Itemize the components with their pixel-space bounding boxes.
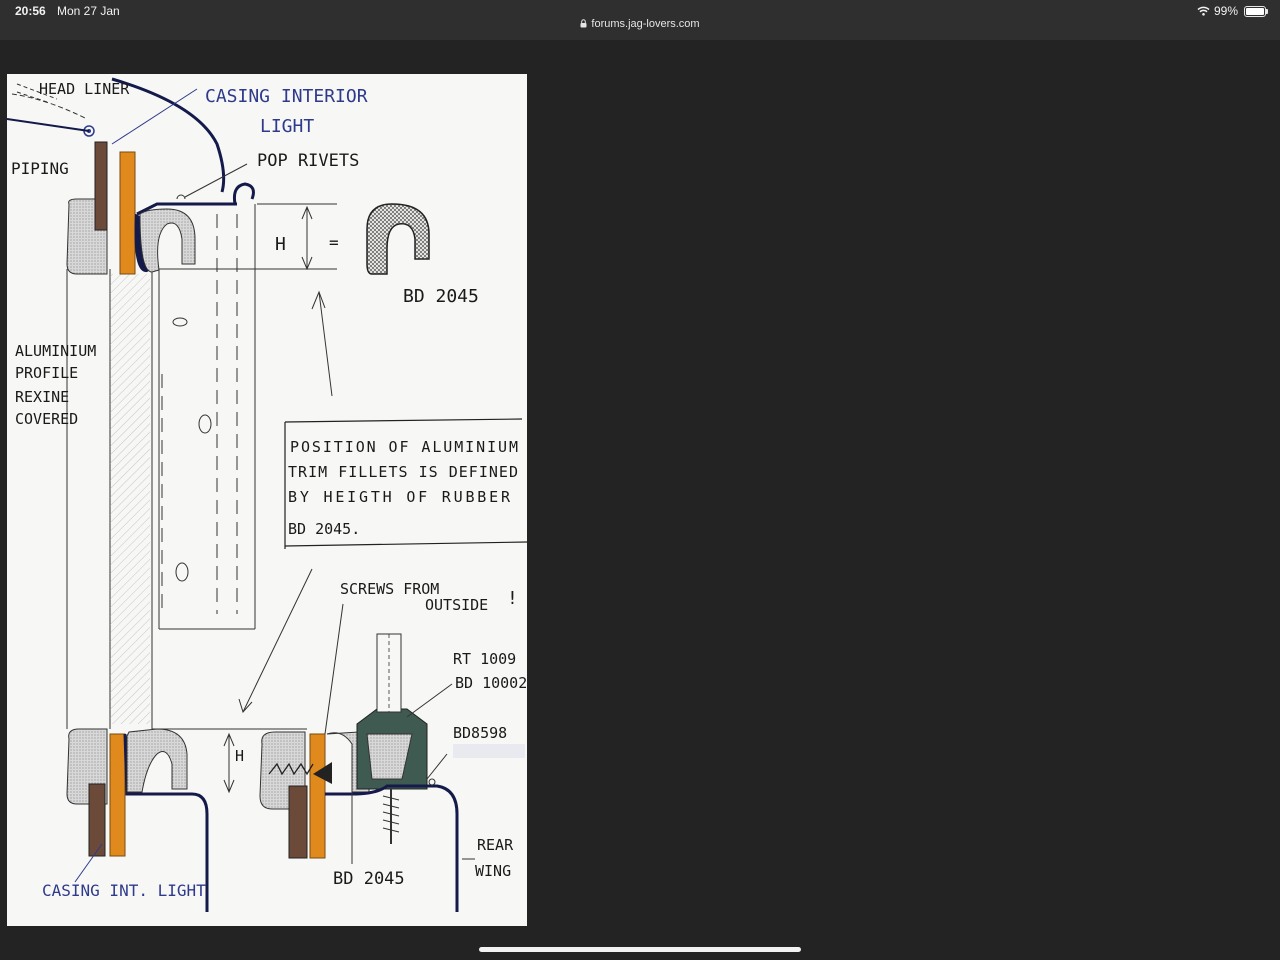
label-screws-2: OUTSIDE	[425, 596, 488, 614]
label-bd10002: BD 10002	[455, 674, 527, 692]
wifi-icon	[1197, 6, 1210, 16]
label-h-bottom: H	[235, 747, 244, 765]
label-casing-interior-light-2: LIGHT	[260, 116, 314, 137]
label-rear-1: REAR	[477, 836, 514, 854]
label-note-2: TRIM FILLETS IS DEFINED	[288, 463, 518, 481]
label-bd2045-top: BD 2045	[403, 286, 479, 307]
address-bar[interactable]: forums.jag-lovers.com	[0, 18, 1280, 30]
status-right: 99%	[1197, 4, 1268, 18]
label-note-4: BD 2045.	[288, 520, 360, 538]
label-h-top: H	[275, 234, 286, 255]
label-head-liner: HEAD LINER	[39, 80, 130, 98]
label-aluminium-3: REXINE	[15, 388, 69, 406]
label-note-1: POSITION OF ALUMINIUM	[290, 438, 518, 456]
label-aluminium-4: COVERED	[15, 410, 78, 428]
label-bd2045-bottom: BD 2045	[333, 869, 405, 889]
label-screws-exclamation: !	[507, 588, 518, 609]
sketch-image: HEAD LINER CASING INTERIOR LIGHT PIPING …	[7, 74, 527, 926]
label-casing-int-light: CASING INT. LIGHT	[42, 881, 206, 900]
url-text: forums.jag-lovers.com	[591, 18, 700, 30]
sketch-drawing: HEAD LINER CASING INTERIOR LIGHT PIPING …	[7, 77, 527, 912]
label-equals: =	[329, 233, 339, 252]
label-rear-2: WING	[475, 862, 511, 880]
battery-percent: 99%	[1213, 4, 1238, 18]
battery-icon	[1244, 5, 1268, 17]
label-rt1009: RT 1009	[453, 650, 516, 668]
hatched-profile	[110, 274, 150, 724]
label-aluminium-1: ALUMINIUM	[15, 342, 96, 360]
label-note-3: BY HEIGTH OF RUBBER	[288, 488, 511, 506]
rivet-holes	[172, 317, 212, 582]
status-date: Mon 27 Jan	[57, 4, 120, 18]
lock-icon	[580, 19, 587, 28]
home-indicator[interactable]	[479, 947, 801, 952]
label-pop-rivets: POP RIVETS	[257, 151, 359, 171]
status-time: 20:56	[15, 4, 46, 18]
label-piping: PIPING	[11, 159, 69, 178]
label-aluminium-2: PROFILE	[15, 364, 78, 382]
status-bar: 20:56 Mon 27 Jan forums.jag-lovers.com 9…	[0, 0, 1280, 40]
battery-fill	[1246, 7, 1264, 15]
label-casing-interior-light-1: CASING INTERIOR	[205, 86, 368, 107]
label-bd8598: BD8598	[453, 724, 507, 742]
